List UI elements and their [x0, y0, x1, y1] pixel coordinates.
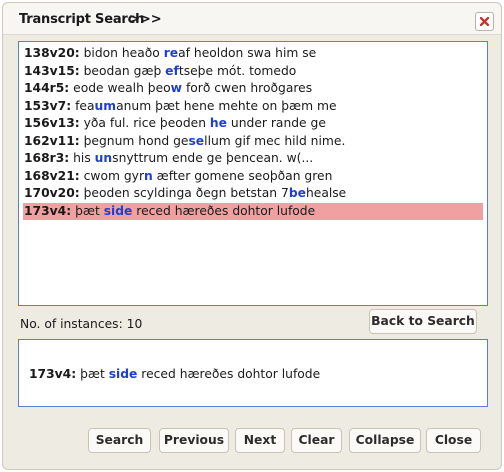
line-text: þegnum hond ge — [79, 133, 189, 148]
line-text: eode wealh þeo — [69, 81, 171, 95]
collapse-button[interactable]: Collapse — [349, 428, 421, 453]
detail-text: reced hæreðes dohtor lufode — [137, 367, 321, 381]
back-to-search-button[interactable]: Back to Search — [369, 309, 477, 334]
line-text: tseþe mót. tomedo — [178, 63, 297, 78]
line-text: cwom gyr — [79, 168, 144, 183]
result-row[interactable]: 173v4: þæt side reced hæreðes dohtor luf… — [23, 202, 483, 220]
folio-reference: 168r3: — [24, 151, 70, 165]
line-text: bidon heaðo — [79, 46, 164, 60]
match-highlight: side — [103, 203, 133, 218]
line-text: þeoden scyldinga ðegn betstan 7 — [79, 186, 289, 200]
match-highlight: w — [170, 81, 183, 95]
line-text: anum þæt hene mehte on þæm me — [116, 98, 337, 113]
close-window-button[interactable] — [475, 12, 494, 31]
folio-reference: 162v11: — [24, 133, 80, 148]
match-highlight: n — [144, 168, 153, 183]
match-highlight: un — [94, 151, 113, 165]
transcript-search-window: Transcript Search >>> 138v20: bidon heað… — [2, 2, 502, 470]
line-text: under rande ge — [227, 116, 326, 130]
line-text: snyttrum ende ge þencean. w(... — [112, 151, 314, 165]
results-list-panel[interactable]: 138v20: bidon heaðo reaf heoldon swa him… — [18, 41, 488, 306]
detail-line: 173v4: þæt side reced hæreðes dohtor luf… — [29, 367, 320, 381]
folio-reference: 144r5: — [24, 81, 70, 95]
folio-reference: 168v21: — [24, 168, 80, 183]
folio-reference: 173v4: — [24, 203, 72, 218]
detail-match-highlight: side — [108, 367, 138, 381]
result-row[interactable]: 143v15: beodan gæþ eftseþe mót. tomedo — [23, 63, 483, 81]
result-row[interactable]: 168r3: his unsnyttrum ende ge þencean. w… — [23, 150, 483, 168]
line-text: af heoldon swa him se — [178, 46, 317, 60]
line-text: fea — [71, 98, 95, 113]
line-text: healse — [305, 186, 347, 200]
folio-reference: 138v20: — [24, 46, 80, 60]
result-row[interactable]: 156v13: yða ful. rice þeoden he under ra… — [23, 115, 483, 133]
previous-button[interactable]: Previous — [159, 428, 229, 453]
search-button[interactable]: Search — [88, 428, 151, 453]
instance-count: No. of instances: 10 — [20, 317, 143, 331]
titlebar[interactable]: Transcript Search >>> — [3, 3, 501, 35]
folio-reference: 153v7: — [24, 98, 72, 113]
close-button[interactable]: Close — [426, 428, 481, 453]
window-title: Transcript Search — [19, 12, 145, 27]
line-text: yða ful. rice þeoden — [79, 116, 210, 130]
line-text: llum gif mec hild nime. — [204, 133, 346, 148]
results-list: 138v20: bidon heaðo reaf heoldon swa him… — [19, 42, 487, 220]
close-x-icon — [480, 17, 489, 26]
result-row[interactable]: 153v7: feaumanum þæt hene mehte on þæm m… — [23, 98, 483, 116]
line-text: beodan gæþ — [79, 63, 166, 78]
match-highlight: se — [188, 133, 205, 148]
result-row[interactable]: 138v20: bidon heaðo reaf heoldon swa him… — [23, 45, 483, 63]
clear-button[interactable]: Clear — [291, 428, 342, 453]
detail-panel: 173v4: þæt side reced hæreðes dohtor luf… — [18, 339, 488, 407]
result-row[interactable]: 162v11: þegnum hond gesellum gif mec hil… — [23, 133, 483, 151]
result-row[interactable]: 168v21: cwom gyrn æfter gomene seoþðan g… — [23, 168, 483, 186]
result-row[interactable]: 144r5: eode wealh þeow forð cwen hroðgar… — [23, 80, 483, 98]
expand-toggle[interactable]: >>> — [129, 12, 162, 27]
line-text: forð cwen hroðgares — [182, 81, 313, 95]
line-text: his — [69, 151, 95, 165]
folio-reference: 170v20: — [24, 186, 80, 200]
line-text: æfter gomene seoþðan gren — [152, 168, 333, 183]
next-button[interactable]: Next — [235, 428, 285, 453]
line-text: reced hæreðes dohtor lufode — [132, 203, 316, 218]
folio-reference: 143v15: — [24, 63, 80, 78]
match-highlight: ef — [165, 63, 179, 78]
line-text: þæt — [71, 203, 104, 218]
match-highlight: um — [94, 98, 117, 113]
match-highlight: be — [288, 186, 306, 200]
folio-reference: 156v13: — [24, 116, 80, 130]
detail-text: þæt — [76, 367, 109, 381]
match-highlight: re — [163, 46, 179, 60]
result-row[interactable]: 170v20: þeoden scyldinga ðegn betstan 7b… — [23, 185, 483, 203]
detail-folio-reference: 173v4: — [29, 367, 77, 381]
match-highlight: he — [209, 116, 228, 130]
